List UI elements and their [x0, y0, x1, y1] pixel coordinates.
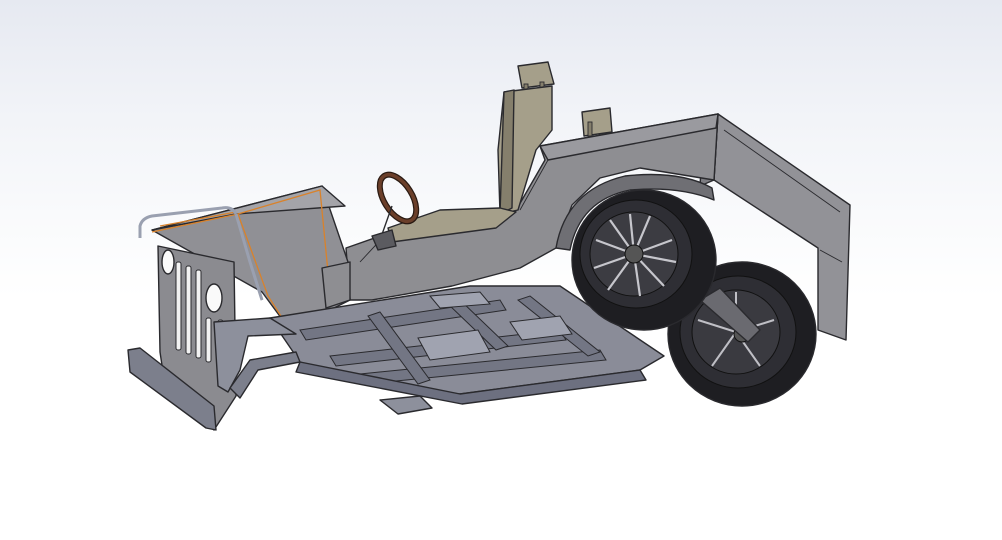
cad-graphics-viewport[interactable]	[0, 0, 1002, 540]
rear-wheel-upper[interactable]	[571, 189, 717, 331]
vehicle-chassis-3d-model[interactable]	[0, 0, 1002, 540]
front-cowl-floor	[321, 261, 351, 309]
seat-rear[interactable]	[581, 107, 613, 137]
